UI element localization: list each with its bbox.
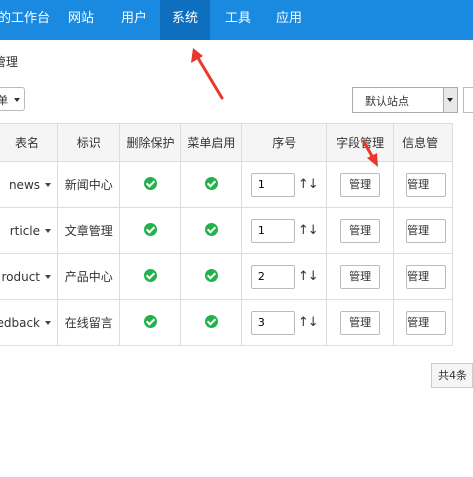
info-manage-cell: 管理 [393,299,453,346]
table-name: news [8,177,41,192]
check-circle-icon [143,314,157,328]
sequence-cell: ↑↓ [241,161,328,208]
menu-enabled-cell [180,161,243,208]
field-manage-button[interactable]: 管理 [340,310,381,335]
delete-protect-cell [119,253,182,300]
table-name-cell[interactable]: roduct [0,253,59,300]
menu-enabled-cell [180,253,243,300]
caret-down-icon [45,320,52,325]
identifier-cell: 文章管理 [57,207,121,254]
sequence-cell: ↑↓ [241,299,328,346]
table-name-cell[interactable]: news [0,161,59,208]
delete-protect-cell [119,161,182,208]
table-name-cell[interactable]: edback [0,299,59,346]
sort-arrows-icon[interactable]: ↑↓ [298,315,319,330]
menu-type-select-value: 单 [0,94,8,107]
check-circle-icon [143,268,157,282]
info-manage-cell: 管理 [393,253,453,300]
caret-down-icon [45,228,52,233]
table-row: news 新闻中心 ↑↓ 管理 管理 [0,161,453,208]
menu-enabled-cell [180,207,243,254]
field-manage-cell: 管理 [326,161,395,208]
caret-down-icon [45,274,52,279]
sort-arrows-icon[interactable]: ↑↓ [298,269,319,284]
sequence-input[interactable] [250,172,295,197]
info-manage-cell: 管理 [393,207,453,254]
check-circle-icon [204,268,218,282]
sequence-cell: ↑↓ [241,253,328,300]
pager-next[interactable] [466,363,473,388]
col-header-table-name: 表名 [0,123,59,162]
table-header-row: 表名 标识 删除保护 菜单启用 序号 字段管理 信息管 [0,123,453,162]
field-manage-button[interactable]: 管理 [340,218,381,243]
check-circle-icon [143,176,157,190]
table-name-cell[interactable]: rticle [0,207,59,254]
site-select-value: 默认站点 [365,95,409,108]
check-circle-icon [143,222,157,236]
chevron-down-icon [14,98,20,102]
sort-arrows-icon[interactable]: ↑↓ [298,223,319,238]
field-manage-cell: 管理 [326,207,395,254]
table-name: roduct [1,269,41,284]
col-header-identifier: 标识 [57,123,121,162]
col-header-menu-enabled: 菜单启用 [180,123,243,162]
identifier-cell: 新闻中心 [57,161,121,208]
arrow-to-system-tab [191,48,224,100]
identifier-cell: 在线留言 [57,299,121,346]
info-manage-button[interactable]: 管理 [406,310,447,335]
nav-item-user[interactable]: 用户 [111,0,157,40]
field-manage-button[interactable]: 管理 [340,264,381,289]
caret-down-icon [45,182,52,187]
identifier-cell: 产品中心 [57,253,121,300]
dropdown-arrow-icon[interactable] [443,88,457,112]
nav-item-website[interactable]: 网站 [58,0,104,40]
menu-type-select[interactable]: 单 [0,87,25,111]
info-manage-button[interactable]: 管理 [406,172,447,197]
field-manage-cell: 管理 [326,299,395,346]
table-row: edback 在线留言 ↑↓ 管理 管理 [0,299,453,346]
page-title: 管理 [0,55,19,69]
right-control[interactable] [463,87,473,113]
table-name: rticle [9,223,41,238]
info-manage-button[interactable]: 管理 [406,264,447,289]
field-manage-button[interactable]: 管理 [340,172,381,197]
col-header-delete-protect: 删除保护 [119,123,182,162]
delete-protect-cell [119,299,182,346]
sequence-input[interactable] [250,218,295,243]
nav-item-tools[interactable]: 工具 [215,0,261,40]
table-name: edback [0,315,41,330]
field-manage-cell: 管理 [326,253,395,300]
sequence-cell: ↑↓ [241,207,328,254]
top-nav: 的工作台 网站 用户 系统 工具 应用 [0,0,473,40]
delete-protect-cell [119,207,182,254]
col-header-sequence: 序号 [241,123,328,162]
site-select[interactable]: 默认站点 [352,87,458,113]
nav-item-system[interactable]: 系统 [160,0,210,40]
nav-item-workbench[interactable]: 的工作台 [0,0,54,40]
sort-arrows-icon[interactable]: ↑↓ [298,177,319,192]
sequence-input[interactable] [250,264,295,289]
table-row: rticle 文章管理 ↑↓ 管理 管理 [0,207,453,254]
check-circle-icon [204,222,218,236]
col-header-info-manage: 信息管 [393,123,453,162]
info-manage-button[interactable]: 管理 [406,218,447,243]
sequence-input[interactable] [250,310,295,335]
model-table: 表名 标识 删除保护 菜单启用 序号 字段管理 信息管 news 新闻中心 ↑↓… [0,123,453,346]
col-header-field-manage: 字段管理 [326,123,395,162]
info-manage-cell: 管理 [393,161,453,208]
nav-item-apps[interactable]: 应用 [266,0,312,40]
table-row: roduct 产品中心 ↑↓ 管理 管理 [0,253,453,300]
menu-enabled-cell [180,299,243,346]
check-circle-icon [204,314,218,328]
check-circle-icon [204,176,218,190]
